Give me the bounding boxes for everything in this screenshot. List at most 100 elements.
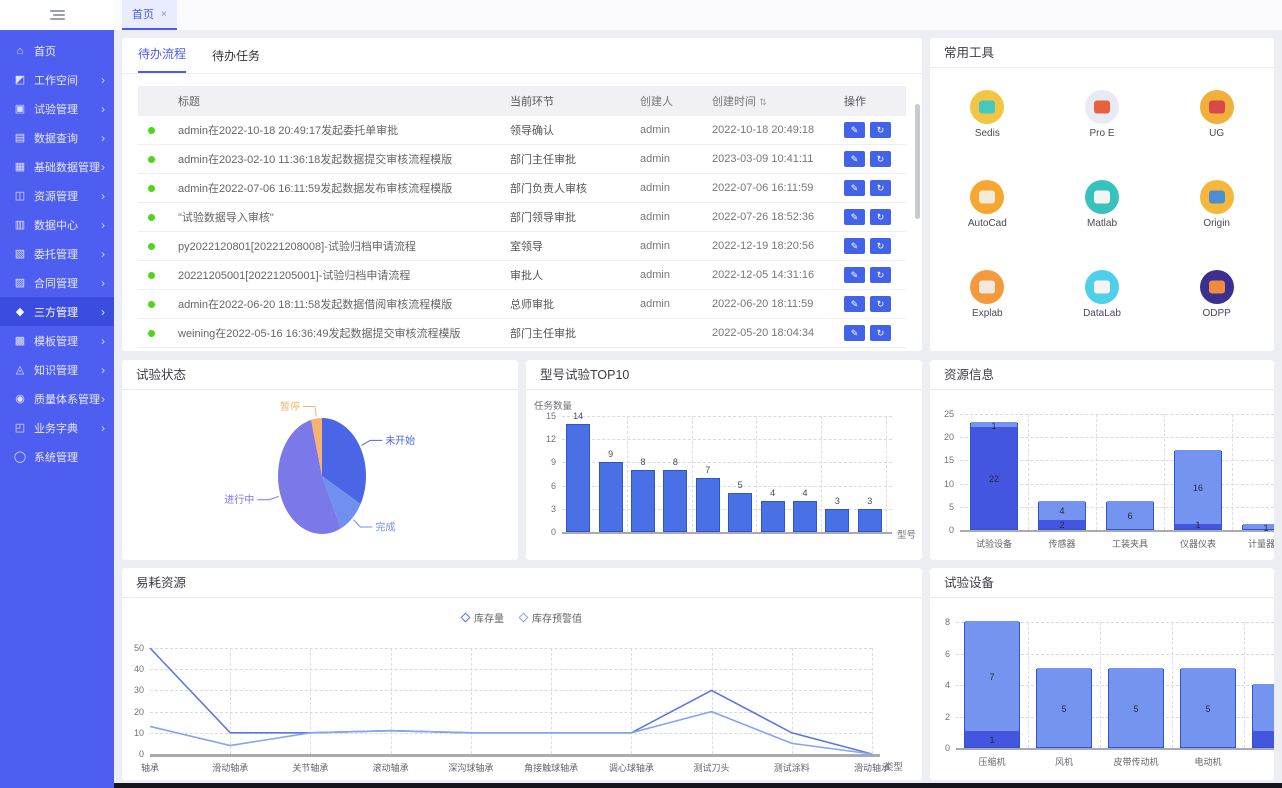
edit-button[interactable]: ✎ (844, 122, 865, 138)
tool-item-pro-e[interactable]: Pro E (1045, 90, 1160, 180)
edit-button[interactable]: ✎ (844, 296, 865, 312)
sidebar-item-label: 首页 (34, 43, 105, 59)
gridline (562, 439, 892, 440)
tool-name: UG (1209, 128, 1224, 139)
tool-name: Origin (1203, 218, 1230, 229)
tool-name: Pro E (1089, 128, 1114, 139)
pie-label: 进行中 (224, 493, 254, 506)
table-row[interactable]: admin在2022-07-06 16:11:59发起数据发布审核流程模版部门负… (138, 174, 906, 203)
flow-button[interactable]: ↻ (870, 209, 891, 225)
tools-grid: Sedis Pro E UG AutoCadMatlab Origin ExplabDat… (930, 68, 1274, 351)
tab-home[interactable]: 首页 × (122, 0, 177, 30)
flow-button[interactable]: ↻ (870, 267, 891, 283)
tool-item-odpp[interactable]: ODPP (1159, 270, 1274, 351)
sort-icon[interactable]: ⇅ (759, 97, 767, 107)
sidebar-item-quality-system[interactable]: ◉质量体系管理› (0, 384, 114, 413)
table-row[interactable]: py2022120801[20221208008]-试验归档申请流程室领导adm… (138, 232, 906, 261)
x-tick-label: 测试刀头 (672, 761, 752, 774)
flow-button[interactable]: ↻ (870, 122, 891, 138)
bar (566, 424, 590, 532)
sidebar-item-base-data[interactable]: ▦基础数据管理› (0, 152, 114, 181)
flow-button[interactable]: ↻ (870, 238, 891, 254)
table-row[interactable]: "试验数据导入审核"部门领导审批admin2022-07-26 18:52:36… (138, 203, 906, 232)
bar (663, 470, 687, 532)
edit-button[interactable]: ✎ (844, 180, 865, 196)
sidebar-item-label: 委托管理 (34, 246, 101, 262)
row-actions: ✎↻ (844, 209, 906, 225)
y-tick-label: 0 (930, 743, 950, 753)
gridline (1100, 622, 1101, 748)
tool-item-explab[interactable]: Explab (930, 270, 1045, 351)
table-row[interactable]: weining在2022-05-16 16:36:49发起数据提交审核流程模版部… (138, 319, 906, 348)
row-title: "试验数据导入审核" (164, 209, 510, 225)
row-title: admin在2022-06-20 18:11:58发起数据借阅审核流程模版 (164, 296, 510, 312)
edit-button[interactable]: ✎ (844, 267, 865, 283)
flow-button[interactable]: ↻ (870, 296, 891, 312)
stacked-bar: 6 (1106, 502, 1154, 530)
flow-button[interactable]: ↻ (870, 325, 891, 341)
edit-button[interactable]: ✎ (844, 238, 865, 254)
tool-item-datalab[interactable]: DataLab (1045, 270, 1160, 351)
y-tick-label: 12 (532, 434, 556, 444)
legend-item[interactable]: 库存预警值 (520, 610, 582, 625)
sidebar-item-home[interactable]: ⌂首页 (0, 36, 114, 65)
status-dot-icon (148, 330, 155, 337)
y-tick-label: 40 (122, 664, 144, 674)
collapse-menu-icon[interactable] (50, 10, 65, 21)
model-top10-panel: 型号试验TOP10 0369121514988754433任务数量型号 (526, 360, 922, 560)
sidebar-item-data-query[interactable]: ▤数据查询› (0, 123, 114, 152)
table-row[interactable]: admin在2023-02-10 11:36:18发起数据提交审核流程模版部门主… (138, 145, 906, 174)
sidebar-item-delegation-mgmt[interactable]: ▧委托管理› (0, 239, 114, 268)
flow-button[interactable]: ↻ (870, 180, 891, 196)
y-tick-label: 5 (930, 502, 954, 512)
tab-pending-processes[interactable]: 待办流程 (138, 45, 186, 73)
row-creator: admin (640, 153, 712, 165)
x-tick-label: 泵 (1244, 755, 1274, 768)
y-tick-label: 0 (532, 527, 556, 537)
dashboard-page: ⌂首页◩工作空间›▣试验管理›▤数据查询›▦基础数据管理›◫资源管理›▥数据中心… (0, 0, 1282, 788)
flow-button[interactable]: ↻ (870, 151, 891, 167)
sidebar-item-template-mgmt[interactable]: ▩模板管理› (0, 326, 114, 355)
sidebar-item-business-dict[interactable]: ◰业务字典› (0, 413, 114, 442)
x-tick-label: 工装夹具 (1096, 537, 1164, 550)
y-tick-label: 0 (122, 749, 144, 759)
sidebar-item-test-mgmt[interactable]: ▣试验管理› (0, 94, 114, 123)
tool-item-origin[interactable]: Origin (1159, 180, 1274, 270)
sidebar-item-third-party-mgmt[interactable]: ◆三方管理› (0, 297, 114, 326)
close-icon[interactable]: × (161, 9, 167, 20)
table-row[interactable]: admin在2022-06-20 18:11:58发起数据借阅审核流程模版总师审… (138, 290, 906, 319)
tool-item-sedis[interactable]: Sedis (930, 90, 1045, 180)
edit-button[interactable]: ✎ (844, 151, 865, 167)
table-scrollbar[interactable] (915, 104, 920, 219)
table-row[interactable]: admin在2022-10-18 20:49:17发起委托单审批领导确认admi… (138, 116, 906, 145)
sidebar-item-knowledge-mgmt[interactable]: ◬知识管理› (0, 355, 114, 384)
tool-item-ug[interactable]: UG (1159, 90, 1274, 180)
x-tick-label: 轴承 (122, 761, 190, 774)
gridline (756, 416, 757, 532)
tool-item-matlab[interactable]: Matlab (1045, 180, 1160, 270)
sidebar-item-resource-mgmt[interactable]: ◫资源管理› (0, 181, 114, 210)
legend-item[interactable]: 库存量 (462, 610, 504, 625)
gridline (562, 416, 892, 417)
tab-pending-tasks[interactable]: 待办任务 (212, 47, 260, 73)
sidebar-item-label: 工作空间 (34, 72, 101, 88)
gridline (551, 648, 552, 754)
status-dot-icon (148, 127, 155, 134)
edit-button[interactable]: ✎ (844, 325, 865, 341)
row-step: 部门领导审批 (510, 209, 640, 225)
gridline (631, 648, 632, 754)
bar-value-label: 3 (1253, 704, 1274, 714)
base-data-icon: ▦ (13, 160, 27, 173)
sidebar-item-workspace[interactable]: ◩工作空间› (0, 65, 114, 94)
gridline (821, 416, 822, 532)
tool-item-autocad[interactable]: AutoCad (930, 180, 1045, 270)
table-row[interactable]: 20221205001[20221205001]-试验归档申请流程审批人admi… (138, 261, 906, 290)
sidebar-item-system-mgmt[interactable]: ◯系统管理 (0, 442, 114, 471)
column-created-time[interactable]: 创建时间 ⇅ (712, 93, 844, 109)
stacked-bar: 31 (1252, 685, 1274, 748)
sidebar-item-contract-mgmt[interactable]: ▨合同管理› (0, 268, 114, 297)
sidebar-item-data-center[interactable]: ▥数据中心› (0, 210, 114, 239)
edit-button[interactable]: ✎ (844, 209, 865, 225)
row-actions: ✎↻ (844, 180, 906, 196)
chevron-right-icon: › (101, 334, 105, 348)
